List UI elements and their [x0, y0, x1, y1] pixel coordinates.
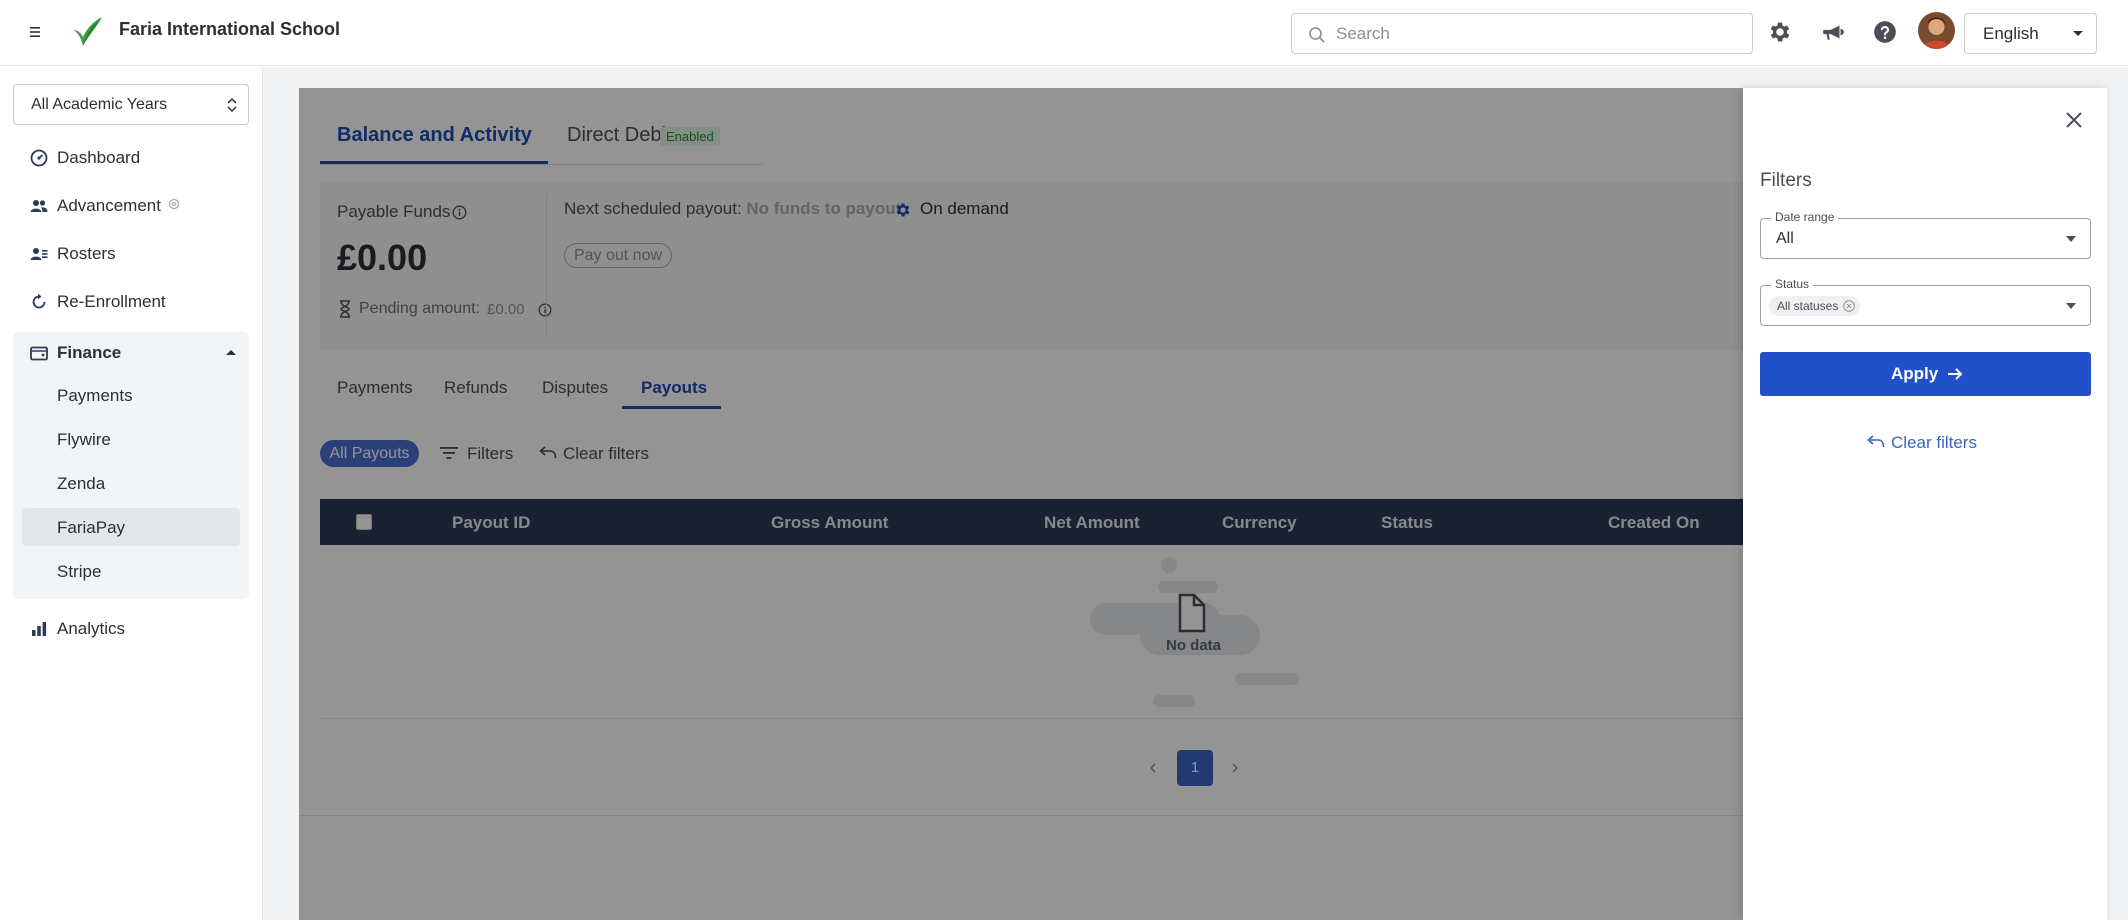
apply-button[interactable]: Apply	[1760, 352, 2091, 396]
caret-down-icon	[2066, 303, 2076, 309]
sidebar-item-analytics[interactable]: Analytics	[13, 608, 249, 648]
sidebar-item-label: Re-Enrollment	[57, 292, 166, 311]
school-logo[interactable]	[70, 14, 104, 50]
refresh-icon	[32, 293, 46, 309]
sidebar-item-rosters[interactable]: Rosters	[13, 233, 249, 273]
status-label: Status	[1771, 277, 1814, 291]
sidebar-subitem-label: FariaPay	[57, 518, 126, 537]
dashboard-icon	[30, 149, 48, 167]
sidebar-item-finance[interactable]: Finance	[13, 332, 249, 372]
sidebar-subitem-fariapay[interactable]: FariaPay	[22, 508, 240, 546]
sidebar-item-label: Dashboard	[57, 148, 141, 167]
date-range-value: All	[1776, 230, 1794, 247]
status-chip[interactable]: All statuses	[1769, 296, 1861, 316]
language-select[interactable]: English	[1964, 13, 2097, 54]
users-icon	[30, 200, 48, 212]
sidebar-subitem-flywire[interactable]: Flywire	[22, 420, 240, 458]
sidebar-subitem-label: Stripe	[57, 562, 102, 581]
finance-group: Finance Payments Flywire Zenda FariaPay …	[13, 332, 249, 599]
drawer-clear-filters-button[interactable]: Clear filters	[1867, 433, 1997, 457]
caret-down-icon	[2073, 31, 2083, 36]
search-icon	[1309, 27, 1325, 43]
modal-overlay[interactable]	[299, 88, 1743, 920]
roster-icon	[30, 248, 48, 260]
status-select[interactable]: Status All statuses	[1760, 277, 2091, 326]
avatar[interactable]	[1918, 12, 1955, 49]
search-input[interactable]	[1336, 14, 1736, 53]
filters-drawer: Filters Date range All Status All status…	[1743, 88, 2107, 920]
undo-icon	[1867, 435, 1885, 448]
status-chip-label: All statuses	[1777, 299, 1839, 313]
sidebar-subitem-stripe[interactable]: Stripe	[22, 552, 240, 590]
sidebar-item-re-enrollment[interactable]: Re-Enrollment	[13, 281, 249, 321]
sidebar-item-label: Analytics	[57, 619, 126, 638]
sidebar-item-label: Rosters	[57, 244, 116, 263]
academic-year-value: All Academic Years	[31, 96, 168, 113]
sidebar-item-label: Finance	[57, 343, 122, 362]
updown-icon	[227, 97, 237, 113]
drawer-clear-label: Clear filters	[1891, 433, 1977, 452]
caret-down-icon	[2066, 236, 2076, 242]
close-icon[interactable]	[2064, 110, 2084, 130]
sidebar-subitem-payments[interactable]: Payments	[22, 376, 240, 414]
search-box[interactable]	[1291, 13, 1753, 54]
date-range-select[interactable]: Date range All	[1760, 210, 2091, 259]
bar-chart-icon	[32, 622, 47, 636]
academic-year-select[interactable]: All Academic Years	[13, 84, 249, 125]
wallet-icon	[30, 346, 48, 361]
sidebar: All Academic Years Dashboard Advancement…	[0, 67, 263, 920]
drawer-title: Filters	[1760, 170, 1812, 191]
apply-label: Apply	[1891, 364, 1939, 383]
language-label: English	[1983, 24, 2039, 43]
caret-up-icon	[226, 350, 236, 355]
sidebar-subitem-zenda[interactable]: Zenda	[22, 464, 240, 502]
settings-icon	[168, 198, 180, 210]
date-range-label: Date range	[1771, 210, 1839, 224]
sidebar-subitem-label: Payments	[57, 386, 133, 405]
gear-icon[interactable]	[1767, 19, 1795, 47]
school-name: Faria International School	[119, 19, 341, 39]
sidebar-subitem-label: Zenda	[57, 474, 106, 493]
top-bar: Faria International School English	[0, 0, 2128, 66]
sidebar-item-label: Advancement	[57, 196, 161, 215]
sidebar-item-dashboard[interactable]: Dashboard	[13, 137, 249, 177]
menu-icon[interactable]	[26, 23, 44, 41]
close-circle-icon[interactable]	[1843, 300, 1856, 312]
help-icon[interactable]	[1872, 19, 1900, 47]
sidebar-subitem-label: Flywire	[57, 430, 111, 449]
sidebar-item-advancement[interactable]: Advancement	[13, 185, 249, 225]
megaphone-icon[interactable]	[1820, 19, 1848, 47]
arrow-right-icon	[1948, 368, 1963, 380]
